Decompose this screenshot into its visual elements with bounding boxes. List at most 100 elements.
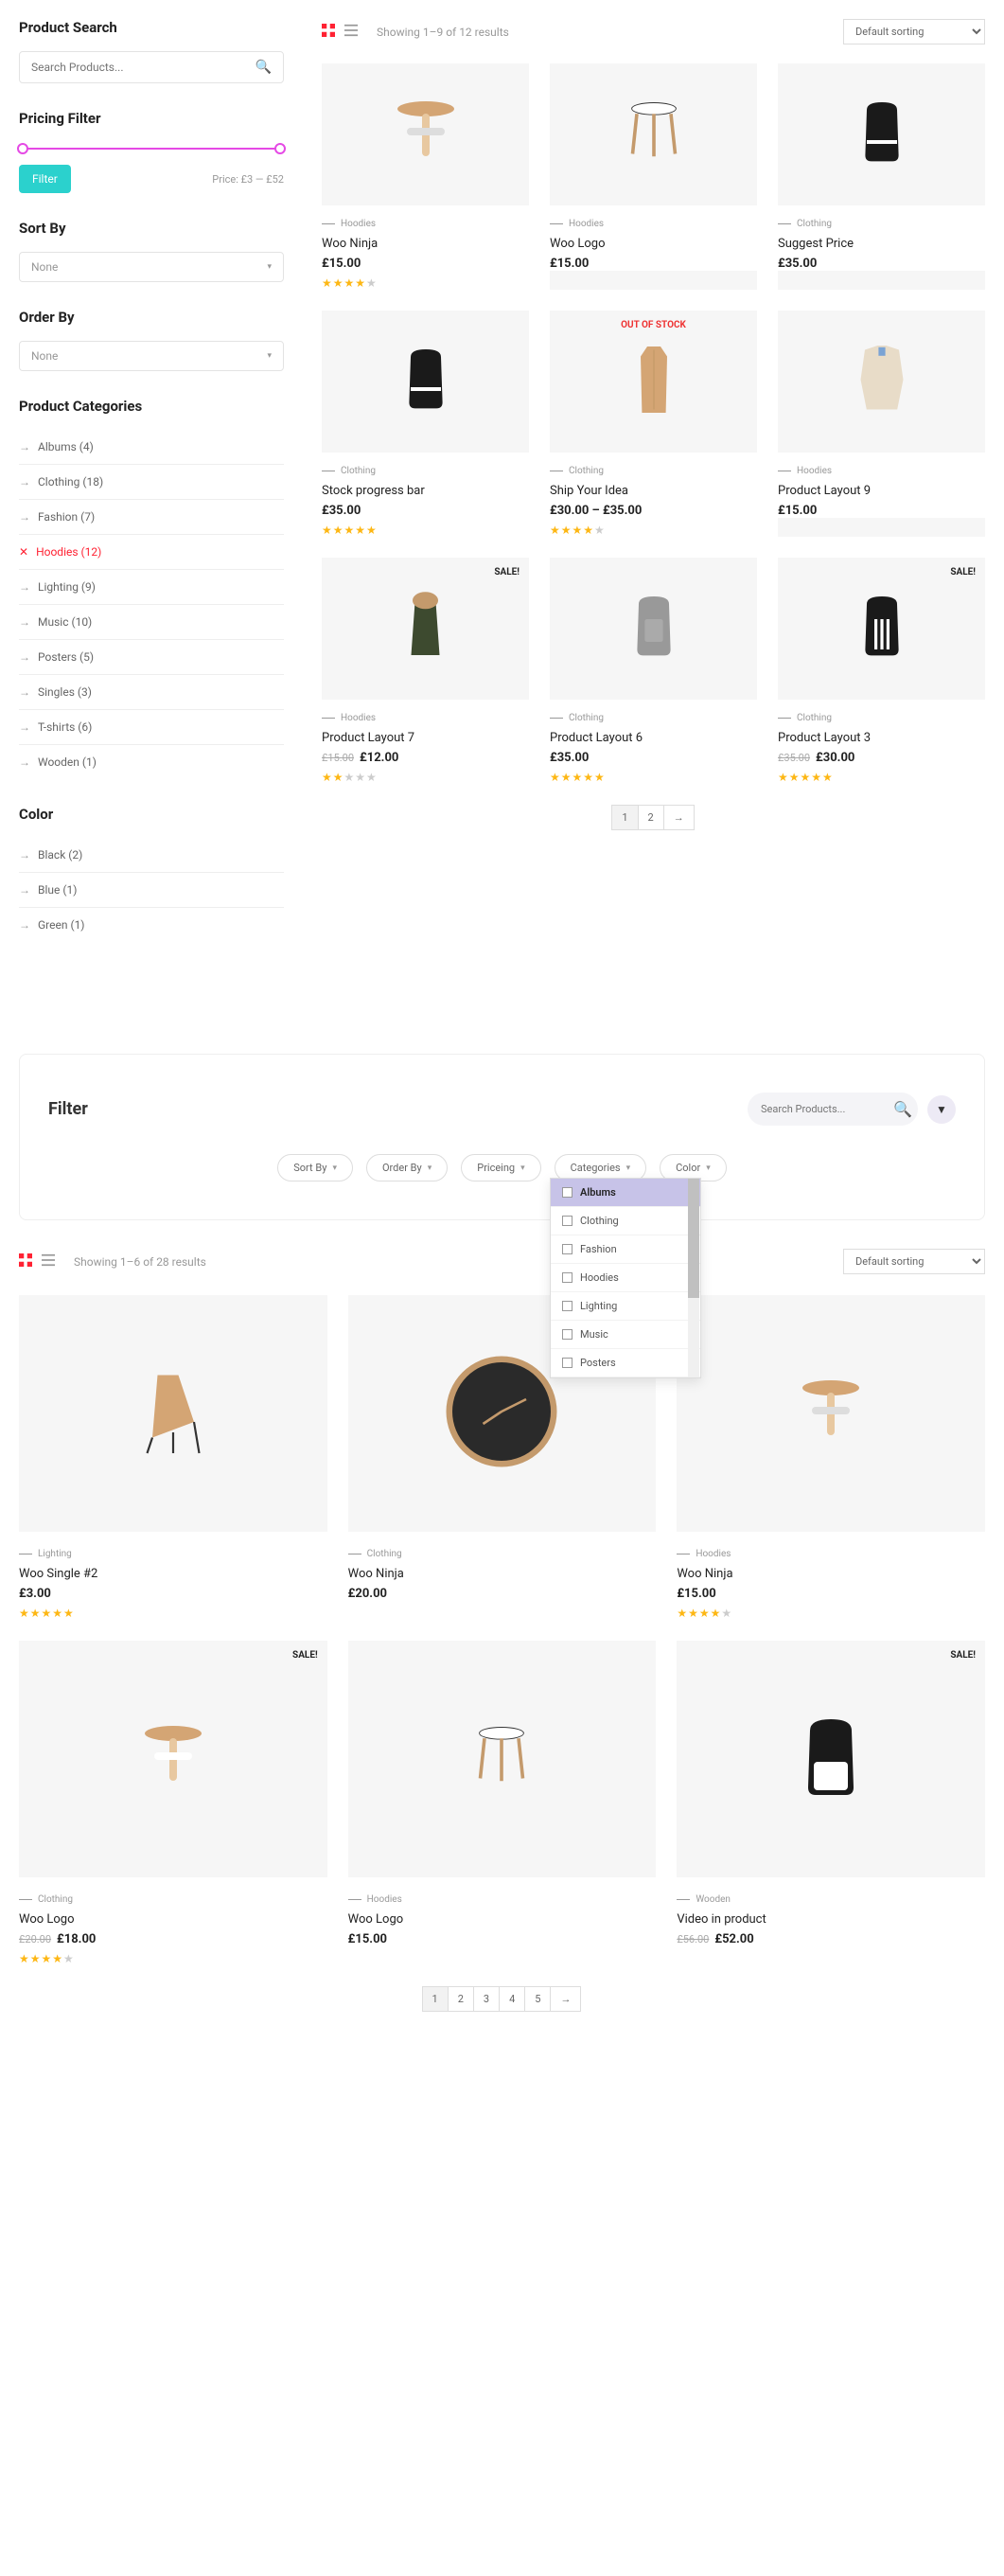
product-card[interactable]: Lighting Woo Single #2 £3.00 ★★★★★ — [19, 1295, 327, 1620]
dropdown-option[interactable]: Albums — [551, 1179, 700, 1207]
rating-stars: ★★★★★ — [322, 524, 529, 537]
page-link[interactable]: 3 — [473, 1986, 500, 2012]
product-card[interactable]: Hoodies Woo Ninja £15.00 ★★★★★ — [677, 1295, 985, 1620]
product-card[interactable]: Clothing Product Layout 6 £35.00 ★★★★★ — [550, 558, 757, 784]
categories-dropdown[interactable]: AlbumsClothingFashionHoodiesLightingMusi… — [550, 1178, 701, 1378]
product-card[interactable]: Hoodies Woo Ninja £15.00 ★★★★★ — [322, 63, 529, 290]
color-item[interactable]: →Black (2) — [19, 838, 284, 873]
category-item[interactable]: →Singles (3) — [19, 675, 284, 710]
grid-view-icon[interactable] — [19, 1252, 32, 1270]
product-name[interactable]: Woo Logo — [19, 1912, 327, 1927]
product-name[interactable]: Woo Ninja — [348, 1567, 657, 1581]
filter-search[interactable]: 🔍 — [748, 1093, 918, 1126]
product-card[interactable]: SALE! Clothing Product Layout 3 £35.00£3… — [778, 558, 985, 784]
page-link[interactable]: 5 — [524, 1986, 551, 2012]
product-name[interactable]: Product Layout 9 — [778, 484, 985, 498]
category-item[interactable]: →Music (10) — [19, 605, 284, 640]
sortby-select[interactable]: None▾ — [19, 252, 284, 282]
list-view-icon[interactable] — [42, 1252, 55, 1270]
product-card[interactable]: SALE! Hoodies Product Layout 7 £15.00£12… — [322, 558, 529, 784]
price-range-text: Price: £3 — £52 — [212, 173, 284, 186]
category-item[interactable]: →Fashion (7) — [19, 500, 284, 535]
slider-min-handle[interactable] — [17, 143, 28, 154]
dropdown-option[interactable]: Hoodies — [551, 1264, 700, 1292]
product-card[interactable]: SALE! Wooden Video in product £56.00£52.… — [677, 1641, 985, 1965]
category-item[interactable]: →Wooden (1) — [19, 745, 284, 779]
product-card[interactable]: SALE! Clothing Woo Logo £20.00£18.00 ★★★… — [19, 1641, 327, 1965]
product-card[interactable]: Clothing Suggest Price £35.00 — [778, 63, 985, 290]
color-item[interactable]: →Green (1) — [19, 908, 284, 942]
filter-pill[interactable]: Priceing ▾ — [461, 1154, 540, 1181]
page-link[interactable]: → — [550, 1986, 581, 2012]
page-link[interactable]: 2 — [448, 1986, 474, 2012]
search-icon[interactable]: 🔍 — [893, 1100, 912, 1118]
product-card[interactable]: Clothing Stock progress bar £35.00 ★★★★★ — [322, 311, 529, 537]
dropdown-option[interactable]: Lighting — [551, 1292, 700, 1321]
product-name[interactable]: Woo Logo — [550, 237, 757, 251]
category-item[interactable]: →Lighting (9) — [19, 570, 284, 605]
category-item[interactable]: →Posters (5) — [19, 640, 284, 675]
page-link[interactable]: → — [663, 805, 695, 830]
product-name[interactable]: Product Layout 7 — [322, 731, 529, 745]
product-image — [348, 1641, 657, 1877]
arrow-right-icon: → — [19, 755, 30, 769]
price-slider[interactable] — [19, 146, 284, 151]
filter-pill[interactable]: Order By ▾ — [366, 1154, 448, 1181]
page-link[interactable]: 1 — [422, 1986, 449, 2012]
arrow-right-icon: → — [19, 510, 30, 524]
filter-icon: ▼ — [936, 1103, 947, 1116]
product-name[interactable]: Woo Logo — [348, 1912, 657, 1927]
product-price: £15.00 — [348, 1932, 657, 1946]
filter-toggle-button[interactable]: ▼ — [927, 1095, 956, 1124]
rating-stars: ★★★★★ — [550, 524, 757, 537]
product-name[interactable]: Stock progress bar — [322, 484, 529, 498]
dropdown-option[interactable]: Clothing — [551, 1207, 700, 1235]
search-icon[interactable]: 🔍 — [255, 60, 272, 75]
sort-select[interactable]: Default sorting — [843, 19, 985, 44]
results-count-2: Showing 1–6 of 28 results — [74, 1255, 206, 1269]
product-price: £20.00 — [348, 1587, 657, 1601]
rating-stars: ★★★★★ — [322, 276, 529, 290]
list-view-icon[interactable] — [344, 23, 358, 41]
filter-search-input[interactable] — [761, 1103, 893, 1115]
product-image — [322, 311, 529, 453]
filter-button[interactable]: Filter — [19, 165, 71, 193]
page-link[interactable]: 4 — [499, 1986, 525, 2012]
grid-view-icon[interactable] — [322, 23, 335, 41]
product-card[interactable]: Hoodies Product Layout 9 £15.00 — [778, 311, 985, 537]
product-name[interactable]: Ship Your Idea — [550, 484, 757, 498]
category-item[interactable]: →Clothing (18) — [19, 465, 284, 500]
search-input[interactable] — [31, 61, 255, 74]
dropdown-option[interactable]: Posters — [551, 1349, 700, 1377]
product-image — [19, 1295, 327, 1532]
page-link[interactable]: 1 — [611, 805, 638, 830]
product-name[interactable]: Product Layout 3 — [778, 731, 985, 745]
orderby-select[interactable]: None▾ — [19, 341, 284, 371]
color-item[interactable]: →Blue (1) — [19, 873, 284, 908]
product-price: £35.00£30.00 — [778, 751, 985, 765]
sort-select-2[interactable]: Default sorting — [843, 1249, 985, 1274]
product-name[interactable]: Woo Ninja — [322, 237, 529, 251]
product-name[interactable]: Product Layout 6 — [550, 731, 757, 745]
search-box[interactable]: 🔍 — [19, 51, 284, 83]
category-item[interactable]: ✕Hoodies (12) — [19, 535, 284, 570]
product-card[interactable]: OUT OF STOCK Clothing Ship Your Idea £30… — [550, 311, 757, 537]
filter-pill[interactable]: Sort By ▾ — [277, 1154, 353, 1181]
page-link[interactable]: 2 — [638, 805, 664, 830]
dropdown-option[interactable]: Music — [551, 1321, 700, 1349]
product-name[interactable]: Video in product — [677, 1912, 985, 1927]
product-card[interactable]: Hoodies Woo Logo £15.00 — [550, 63, 757, 290]
category-item[interactable]: →T-shirts (6) — [19, 710, 284, 745]
main-content: Showing 1–9 of 12 results Default sortin… — [322, 19, 985, 968]
scrollbar-thumb[interactable] — [688, 1179, 699, 1298]
dropdown-option[interactable]: Fashion — [551, 1235, 700, 1264]
product-name[interactable]: Suggest Price — [778, 237, 985, 251]
product-card[interactable]: Hoodies Woo Logo £15.00 — [348, 1641, 657, 1965]
chevron-down-icon: ▾ — [267, 262, 272, 272]
category-item[interactable]: →Albums (4) — [19, 430, 284, 465]
slider-max-handle[interactable] — [274, 143, 286, 154]
color-label: Black (2) — [38, 848, 82, 862]
product-name[interactable]: Woo Ninja — [677, 1567, 985, 1581]
arrow-right-icon: → — [19, 475, 30, 489]
product-name[interactable]: Woo Single #2 — [19, 1567, 327, 1581]
